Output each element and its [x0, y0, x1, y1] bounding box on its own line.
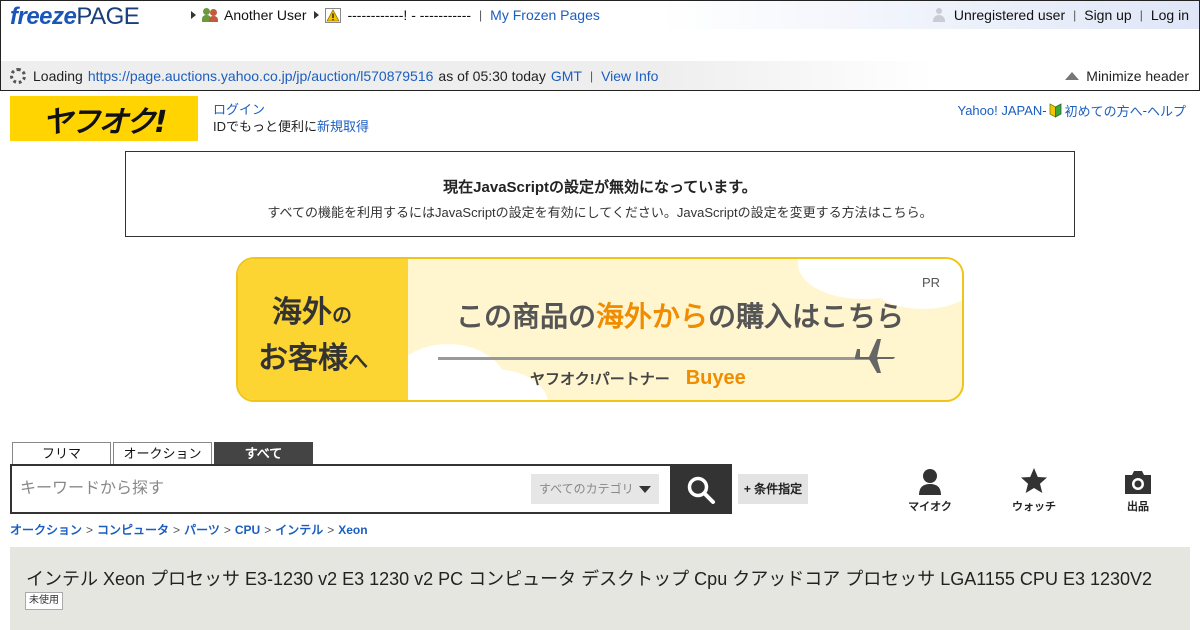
separator: | — [479, 8, 483, 22]
freezepage-breadcrumb: Another User ------------! - -----------… — [191, 7, 600, 23]
login-link-jp[interactable]: ログイン — [213, 102, 265, 117]
sell-button[interactable]: 出品 — [1108, 466, 1168, 514]
loading-spinner-icon — [10, 68, 26, 84]
banner-headline: この商品の海外からの購入はこちら — [456, 301, 905, 332]
watch-label: ウォッチ — [1012, 501, 1056, 513]
star-icon — [1004, 466, 1064, 496]
triangle-up-icon — [1065, 72, 1080, 80]
dropdown-arrow-icon — [639, 486, 651, 493]
search-input[interactable] — [20, 474, 520, 504]
breadcrumb-arrow-icon — [314, 11, 320, 19]
source-url-link[interactable]: https://page.auctions.yahoo.co.jp/jp/auc… — [88, 68, 434, 84]
person-icon — [900, 466, 960, 496]
breadcrumb-parts[interactable]: パーツ — [184, 523, 220, 537]
breadcrumb-xeon[interactable]: Xeon — [338, 523, 367, 537]
login-promo-text: IDでもっと便利に — [213, 119, 318, 134]
tab-auction[interactable]: オークション — [113, 442, 212, 465]
pr-label: PR — [921, 275, 940, 290]
as-of-time: as of 05:30 today — [438, 68, 546, 84]
freezepage-top-bar: freezePAGE Another User ------------! - … — [1, 1, 1199, 29]
help-link[interactable]: ヘルプ — [1147, 101, 1186, 120]
freezepage-loading-bar: Loading https://page.auctions.yahoo.co.j… — [1, 61, 1199, 90]
user-status: Unregistered user — [953, 7, 1066, 23]
watch-button[interactable]: ウォッチ — [1004, 466, 1064, 514]
login-link[interactable]: Log in — [1151, 7, 1189, 23]
minimize-label: Minimize header — [1086, 68, 1189, 84]
item-title-area: インテル Xeon プロセッサ E3-1230 v2 E3 1230 v2 PC… — [10, 547, 1190, 630]
logo-part1: freeze — [10, 3, 77, 30]
notice-title: 現在JavaScriptの設定が無効になっています。 — [443, 179, 757, 196]
beginner-mark-icon — [1049, 103, 1062, 118]
banner-left-line2: お客様へ — [258, 342, 368, 375]
notice-text: すべての機能を利用するにはJavaScriptの設定を有効にしてください。Jav… — [267, 205, 933, 220]
overseas-buyer-banner[interactable]: 海外の お客様へ この商品の海外からの購入はこちら ヤフオク!パートナー Buy… — [236, 257, 964, 402]
freezepage-logo[interactable]: freezePAGE — [10, 3, 140, 30]
search-icon — [687, 476, 715, 504]
breadcrumb-cpu[interactable]: CPU — [235, 523, 260, 537]
signup-link[interactable]: Sign up — [1084, 7, 1131, 23]
my-frozen-pages-link[interactable]: My Frozen Pages — [490, 7, 600, 23]
item-title: インテル Xeon プロセッサ E3-1230 v2 E3 1230 v2 PC… — [26, 569, 1153, 589]
breadcrumb-auction[interactable]: オークション — [10, 523, 82, 537]
condition-badge: 未使用 — [25, 592, 63, 610]
camera-icon — [1108, 466, 1168, 496]
separator: - — [1042, 103, 1047, 118]
yahoo-top-links: Yahoo! JAPAN - 初めての方へ - ヘルプ — [957, 101, 1186, 120]
flight-path-line — [438, 357, 878, 360]
banner-arrow-shape — [378, 259, 408, 400]
breadcrumb-intel[interactable]: インテル — [275, 523, 323, 537]
view-info-link[interactable]: View Info — [601, 68, 658, 84]
gmt-link[interactable]: GMT — [551, 68, 582, 84]
separator: | — [1139, 8, 1143, 22]
conditions-button[interactable]: + 条件指定 — [738, 474, 808, 504]
minimize-header-button[interactable]: Minimize header — [1065, 68, 1189, 84]
warning-icon — [325, 7, 342, 23]
yahoo-japan-link[interactable]: Yahoo! JAPAN — [957, 103, 1042, 118]
category-select[interactable]: すべてのカテゴリ — [531, 474, 659, 504]
search-button[interactable] — [670, 464, 732, 514]
register-link[interactable]: 新規取得 — [317, 119, 369, 134]
users-icon — [202, 8, 218, 22]
tab-furima[interactable]: フリマ — [12, 442, 111, 465]
banner-left-line1: 海外の — [272, 296, 352, 329]
freezepage-header: freezePAGE Another User ------------! - … — [0, 0, 1200, 91]
javascript-disabled-notice: 現在JavaScriptの設定が無効になっています。 すべての機能を利用するには… — [125, 151, 1075, 237]
my-auction-label: マイオク — [908, 501, 952, 513]
login-area: ログイン IDでもっと便利に新規取得 — [213, 101, 369, 135]
account-bar: Unregistered user | Sign up | Log in — [932, 7, 1189, 23]
category-label: すべてのカテゴリ — [539, 482, 634, 496]
page-title-link[interactable]: ------------! - ----------- — [347, 7, 471, 23]
loading-label: Loading — [33, 68, 83, 84]
separator: | — [1073, 8, 1077, 22]
person-icon — [932, 8, 946, 22]
tab-all[interactable]: すべて — [214, 442, 313, 465]
my-auction-button[interactable]: マイオク — [900, 466, 960, 514]
banner-partner: ヤフオク!パートナー Buyee — [530, 367, 746, 389]
breadcrumb-computer[interactable]: コンピュータ — [97, 523, 169, 537]
loading-status: Loading https://page.auctions.yahoo.co.j… — [10, 68, 658, 84]
user-link[interactable]: Another User — [224, 7, 306, 23]
breadcrumb-arrow-icon — [191, 11, 196, 19]
beginner-link[interactable]: 初めての方へ — [1065, 101, 1143, 120]
yahuoku-logo[interactable]: ヤフオク! — [10, 96, 198, 141]
sell-label: 出品 — [1127, 501, 1149, 513]
separator: | — [589, 69, 594, 83]
airplane-icon — [855, 339, 895, 373]
breadcrumb: オークション > コンピュータ > パーツ > CPU > インテル > Xeon — [10, 523, 368, 537]
search-box: すべてのカテゴリ — [10, 464, 732, 514]
logo-part2: PAGE — [76, 3, 140, 30]
buyee-logo: Buyee — [685, 367, 746, 389]
